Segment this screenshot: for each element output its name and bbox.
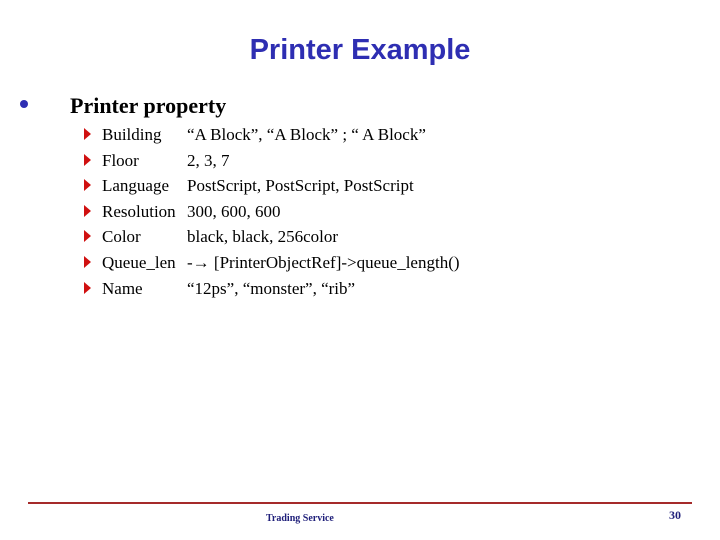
property-value: black, black, 256color bbox=[187, 227, 339, 247]
property-value: PostScript, PostScript, PostScript bbox=[187, 176, 414, 196]
triangle-right-icon bbox=[84, 230, 91, 243]
slide-title: Printer Example bbox=[249, 34, 471, 66]
triangle-right-icon bbox=[84, 255, 91, 268]
triangle-right-icon bbox=[84, 179, 91, 192]
bullet-text: Printer property bbox=[70, 93, 227, 118]
triangle-right-icon bbox=[84, 128, 91, 140]
property-key: Resolution bbox=[102, 201, 176, 221]
property-key: Name bbox=[102, 278, 143, 298]
property-value: “A Block”, “A Block” ; “ A Block” bbox=[187, 125, 426, 144]
property-key: Language bbox=[102, 176, 170, 196]
property-key: Queue_len bbox=[102, 252, 176, 272]
property-key: Color bbox=[102, 227, 141, 247]
footer-divider bbox=[28, 502, 692, 504]
triangle-right-icon bbox=[84, 281, 91, 294]
property-key: Floor bbox=[102, 150, 139, 170]
triangle-right-icon bbox=[84, 204, 91, 217]
property-value: 2, 3, 7 bbox=[187, 150, 230, 170]
page-number: 30 bbox=[669, 508, 681, 522]
triangle-right-icon bbox=[84, 153, 91, 166]
property-value: 300, 600, 600 bbox=[187, 201, 281, 221]
property-value: “12ps”, “monster”, “rib” bbox=[187, 278, 356, 298]
round-dot-icon bbox=[20, 100, 28, 108]
footer-text: Trading Service bbox=[266, 513, 334, 524]
property-key: Building bbox=[102, 125, 162, 144]
property-value: -→ [PrinterObjectRef]->queue_length() bbox=[187, 252, 460, 272]
